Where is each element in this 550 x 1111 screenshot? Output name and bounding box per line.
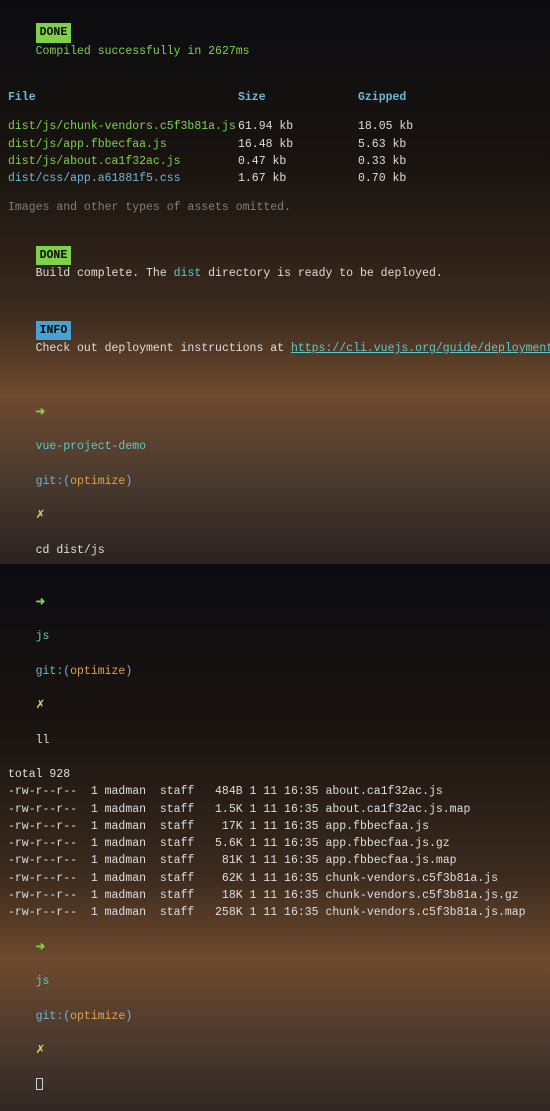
git-close: ) [125,475,132,488]
done-badge: DONE [36,246,72,265]
file-cell: dist/js/app.fbbecfaa.js [8,136,238,153]
build-table-body: dist/js/chunk-vendors.c5f3b81a.js61.94 k… [8,118,542,187]
info-line: INFO Check out deployment instructions a… [8,304,542,375]
git-branch: optimize [70,1010,125,1023]
build-table-header: File Size Gzipped [8,89,542,106]
terminal-output[interactable]: DONE Compiled successfully in 2627ms Fil… [8,6,542,1111]
git-label: git:( [36,665,71,678]
git-dirty-icon: ✗ [36,1044,46,1057]
build-complete-suffix: directory is ready to be deployed. [201,267,443,280]
build-table-row: dist/css/app.a61881f5.css1.67 kb0.70 kb [8,170,542,187]
git-label: git:( [36,1010,71,1023]
build-table-row: dist/js/chunk-vendors.c5f3b81a.js61.94 k… [8,118,542,135]
build-table-row: dist/js/about.ca1f32ac.js0.47 kb0.33 kb [8,153,542,170]
ls-listing: -rw-r--r-- 1 madman staff 484B 1 11 16:3… [8,783,542,921]
compile-status-line: DONE Compiled successfully in 2627ms [8,6,542,77]
command: ll [36,734,50,747]
build-table-row: dist/js/app.fbbecfaa.js16.48 kb5.63 kb [8,136,542,153]
done-badge: DONE [36,23,72,42]
info-prefix: Check out deployment instructions at [36,342,291,355]
prompt-line-2: ➜ js git:(optimize) ✗ ll [8,576,542,766]
size-cell: 61.94 kb [238,118,358,135]
size-cell: 1.67 kb [238,170,358,187]
prompt-line-1: ➜ vue-project-demo git:(optimize) ✗ cd d… [8,387,542,577]
info-badge: INFO [36,321,72,340]
file-cell: dist/js/about.ca1f32ac.js [8,153,238,170]
prompt-arrow-icon: ➜ [36,596,46,609]
cwd: vue-project-demo [36,440,146,453]
git-label: git:( [36,475,71,488]
ls-row: -rw-r--r-- 1 madman staff 258K 1 11 16:3… [8,904,542,921]
assets-omitted-note: Images and other types of assets omitted… [8,199,542,216]
gzip-cell: 5.63 kb [358,136,542,153]
ls-row: -rw-r--r-- 1 madman staff 18K 1 11 16:35… [8,887,542,904]
command: cd dist/js [36,544,105,557]
gzip-cell: 18.05 kb [358,118,542,135]
col-file-header: File [8,89,238,106]
build-complete-prefix: Build complete. The [36,267,174,280]
git-close: ) [125,665,132,678]
gzip-cell: 0.33 kb [358,153,542,170]
dist-keyword: dist [174,267,202,280]
gzip-cell: 0.70 kb [358,170,542,187]
prompt-arrow-icon: ➜ [36,406,46,419]
cwd: js [36,975,50,988]
file-cell: dist/js/chunk-vendors.c5f3b81a.js [8,118,238,135]
file-cell: dist/css/app.a61881f5.css [8,170,238,187]
git-branch: optimize [70,475,125,488]
ls-row: -rw-r--r-- 1 madman staff 484B 1 11 16:3… [8,783,542,800]
git-branch: optimize [70,665,125,678]
ls-row: -rw-r--r-- 1 madman staff 17K 1 11 16:35… [8,818,542,835]
deployment-url[interactable]: https://cli.vuejs.org/guide/deployment.h… [291,342,550,355]
compile-message: Compiled successfully in 2627ms [36,45,250,58]
build-complete-line: DONE Build complete. The dist directory … [8,229,542,300]
git-dirty-icon: ✗ [36,509,46,522]
git-close: ) [125,1010,132,1023]
prompt-line-3[interactable]: ➜ js git:(optimize) ✗ [8,921,542,1111]
cwd: js [36,630,50,643]
cursor-icon [36,1078,43,1090]
ls-row: -rw-r--r-- 1 madman staff 5.6K 1 11 16:3… [8,835,542,852]
col-gzip-header: Gzipped [358,89,542,106]
ls-row: -rw-r--r-- 1 madman staff 1.5K 1 11 16:3… [8,801,542,818]
size-cell: 16.48 kb [238,136,358,153]
col-size-header: Size [238,89,358,106]
ls-row: -rw-r--r-- 1 madman staff 81K 1 11 16:35… [8,852,542,869]
ls-row: -rw-r--r-- 1 madman staff 62K 1 11 16:35… [8,870,542,887]
ls-total: total 928 [8,766,542,783]
prompt-arrow-icon: ➜ [36,941,46,954]
git-dirty-icon: ✗ [36,699,46,712]
size-cell: 0.47 kb [238,153,358,170]
